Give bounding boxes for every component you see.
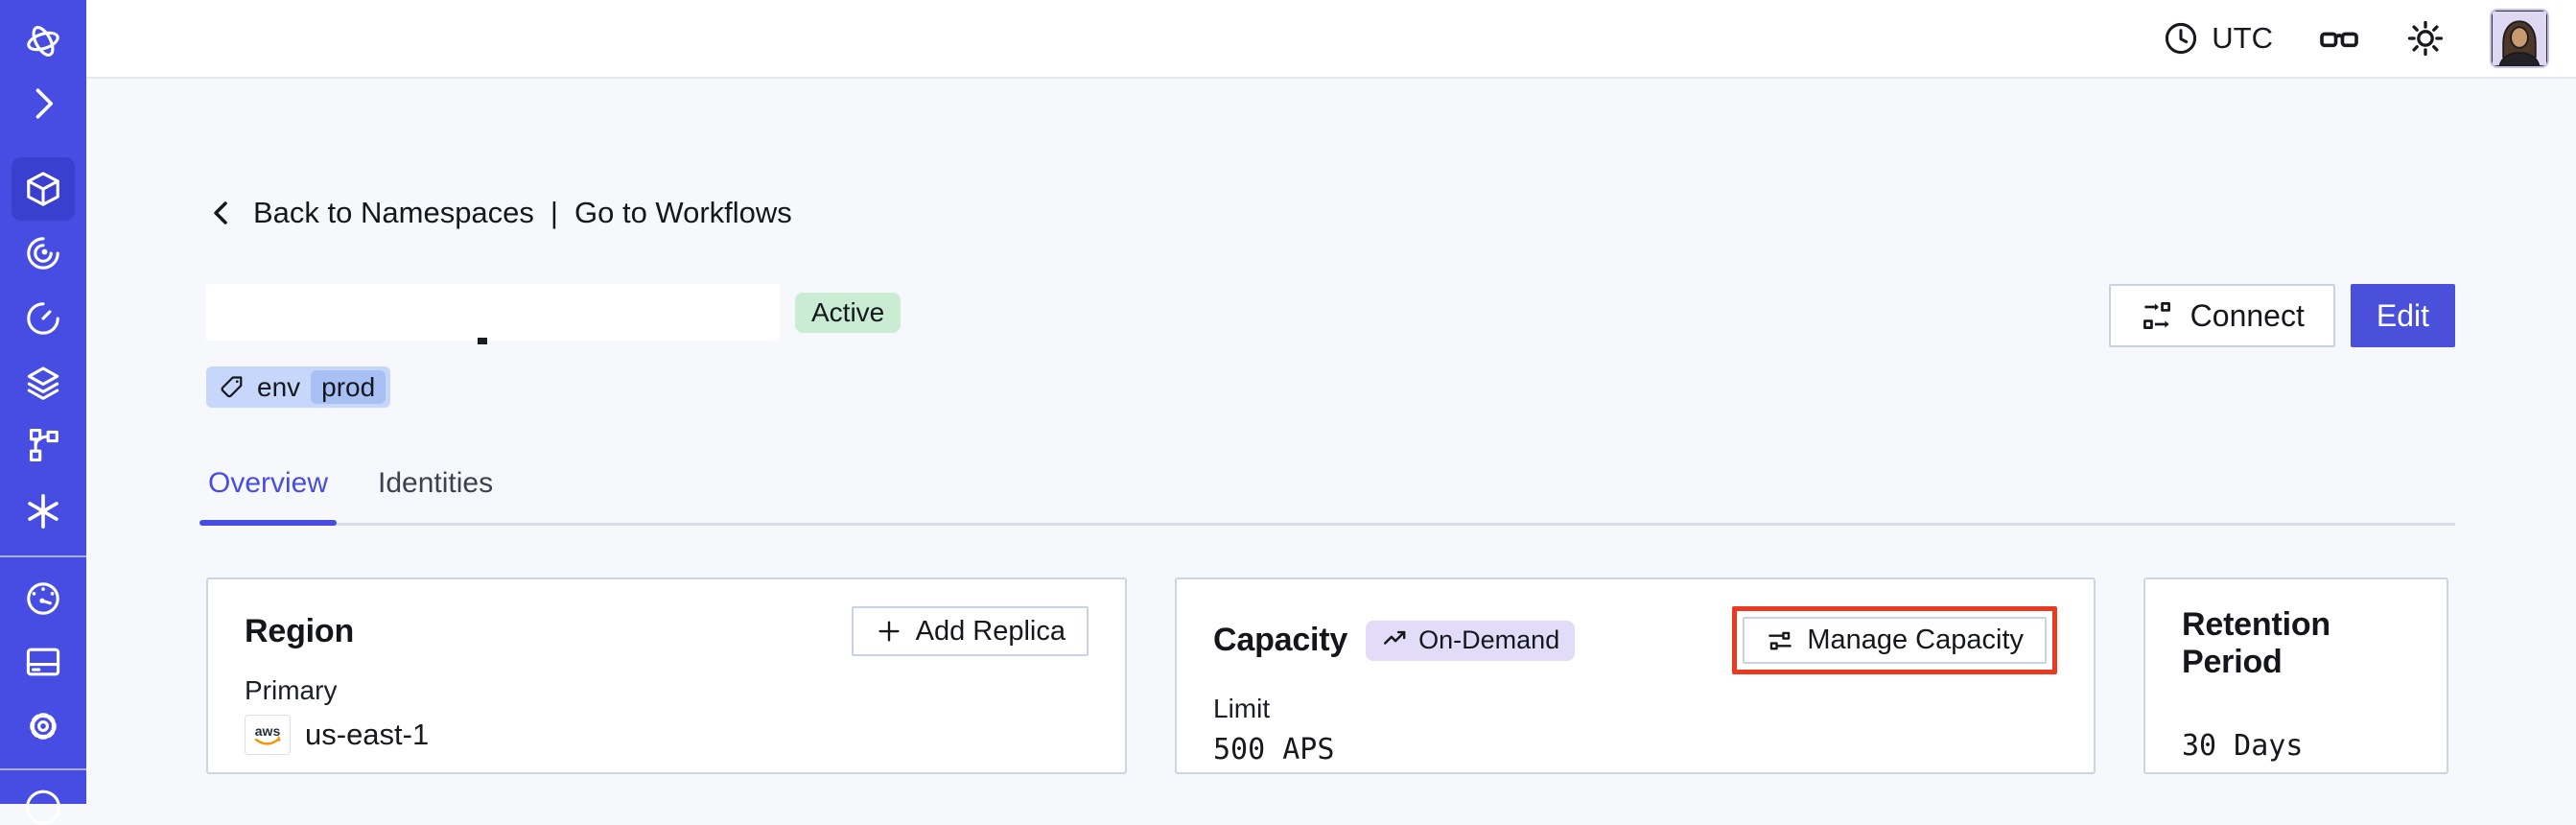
sidebar-divider — [0, 555, 86, 557]
capacity-value: 500 APS — [1213, 733, 1335, 766]
manage-capacity-button[interactable]: Manage Capacity — [1743, 617, 2047, 664]
connect-button-label: Connect — [2190, 297, 2305, 333]
breadcrumb-separator: | — [550, 196, 558, 229]
back-to-namespaces-link[interactable]: Back to Namespaces — [253, 196, 534, 230]
tag-row: env prod — [206, 366, 2455, 408]
sidebar-divider — [0, 768, 86, 770]
spiral-icon — [27, 237, 59, 270]
timezone-selector[interactable]: UTC — [2163, 20, 2273, 57]
sliders-icon — [1768, 631, 1792, 649]
go-to-workflows-link[interactable]: Go to Workflows — [574, 196, 792, 230]
timezone-label: UTC — [2212, 21, 2273, 55]
topbar: UTC — [86, 0, 2576, 79]
gauge-icon — [27, 582, 59, 615]
on-demand-badge: On-Demand — [1366, 620, 1576, 661]
add-replica-label: Add Replica — [915, 615, 1066, 647]
connect-icon — [2143, 302, 2170, 329]
tag-key: env — [257, 371, 301, 402]
namespace-name-redacted — [206, 284, 780, 341]
capacity-card-title: Capacity — [1213, 622, 1348, 658]
region-card-title: Region — [245, 612, 355, 649]
sidebar-item-schedules[interactable] — [0, 297, 86, 340]
tab-bar: Overview Identities — [199, 467, 2455, 526]
sidebar-collapse-chevron-icon[interactable] — [0, 82, 86, 125]
cube-icon — [27, 172, 59, 206]
on-demand-label: On-Demand — [1418, 625, 1560, 654]
trending-up-icon — [1384, 630, 1406, 645]
sidebar-item-billing[interactable] — [0, 641, 86, 683]
retention-card: Retention Period 30 Days — [2143, 578, 2448, 774]
namespace-header: Active Connect Edit — [206, 284, 2455, 347]
region-field-label: Primary — [245, 675, 338, 705]
status-badge: Active — [795, 292, 902, 333]
gear-icon — [30, 713, 57, 740]
sidebar-item-batch-operations[interactable] — [0, 362, 86, 404]
action-highlight-box: Manage Capacity — [1732, 606, 2057, 674]
edit-button[interactable]: Edit — [2350, 284, 2455, 347]
region-card: Region Add Replica Primary aws us-east-1 — [206, 578, 1127, 774]
sidebar-item-workflows[interactable] — [0, 232, 86, 274]
summary-cards: Region Add Replica Primary aws us-east-1… — [206, 578, 2455, 774]
tag-value-chip: prod — [311, 370, 386, 404]
retention-value: 30 Days — [2182, 729, 2304, 763]
tag-icon — [221, 375, 243, 397]
connect-button[interactable]: Connect — [2108, 284, 2335, 347]
sidebar-item-nexus[interactable] — [0, 490, 86, 532]
user-avatar[interactable] — [2490, 9, 2549, 68]
clock-icon — [2166, 22, 2197, 55]
sidebar-item-deployments[interactable] — [0, 424, 86, 466]
timer-icon — [27, 302, 59, 335]
sidebar-item-namespaces[interactable] — [12, 157, 75, 221]
asterisk-icon — [28, 494, 59, 529]
plus-icon — [878, 621, 900, 642]
sidebar-item-settings[interactable] — [0, 705, 86, 747]
sidebar — [0, 0, 86, 825]
retention-card-title: Retention Period — [2182, 606, 2330, 680]
namespace-name-group: Active — [206, 284, 902, 344]
env-tag[interactable]: env prod — [206, 366, 391, 408]
tab-overview[interactable]: Overview — [199, 467, 338, 526]
credit-card-icon — [26, 648, 60, 676]
breadcrumb: Back to Namespaces | Go to Workflows — [206, 196, 2455, 230]
glasses-icon[interactable] — [2317, 16, 2361, 60]
header-actions: Connect Edit — [2108, 284, 2455, 347]
tab-identities[interactable]: Identities — [376, 467, 495, 523]
globe-icon — [25, 790, 61, 825]
capacity-card: Capacity On-Demand Manage Capacity Limit… — [1175, 578, 2096, 774]
manage-capacity-label: Manage Capacity — [1807, 625, 2024, 655]
sidebar-item-support[interactable] — [0, 783, 86, 825]
theme-toggle-sun-icon[interactable] — [2405, 18, 2446, 59]
add-replica-button[interactable]: Add Replica — [851, 606, 1089, 656]
capacity-field-label: Limit — [1213, 694, 1271, 723]
aws-logo-text: aws — [255, 723, 281, 739]
region-value: us-east-1 — [305, 718, 430, 751]
aws-logo: aws — [245, 715, 291, 755]
chevron-left-icon[interactable] — [206, 198, 237, 228]
branch-icon — [29, 429, 59, 461]
layers-icon — [27, 366, 59, 400]
temporal-logo-icon[interactable] — [0, 20, 86, 62]
sidebar-item-usage[interactable] — [0, 578, 86, 620]
redaction-artifact — [478, 338, 487, 344]
main-content: Back to Namespaces | Go to Workflows Act… — [86, 81, 2576, 804]
